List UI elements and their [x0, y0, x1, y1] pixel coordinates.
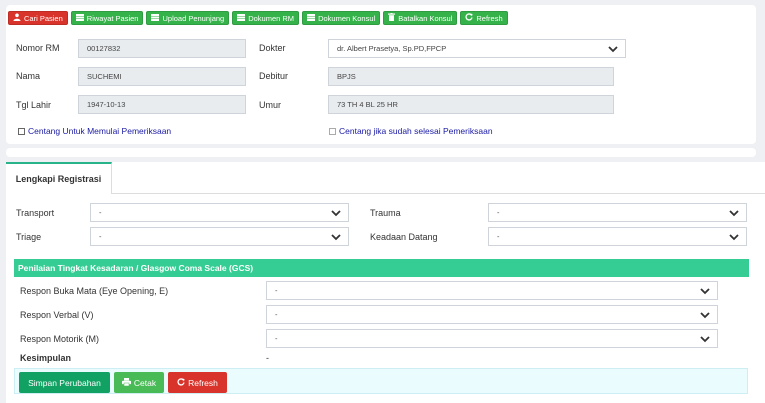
checkbox-icon [18, 127, 25, 135]
tab-divider [112, 193, 765, 194]
patient-history-button[interactable]: Riwayat Pasien [70, 11, 144, 25]
refresh-icon [177, 377, 185, 388]
chevron-down-icon [331, 234, 341, 241]
list-icon [75, 13, 84, 23]
spacer-panel [6, 148, 756, 157]
umur-field: 73 TH 4 BL 25 HR [328, 95, 614, 114]
tgl-lahir-field: 1947-10-13 [78, 95, 246, 114]
motor-response-label: Respon Motorik (M) [20, 334, 100, 344]
toolbar: Cari Pasien Riwayat Pasien Upload Penunj… [8, 11, 508, 25]
debitur-label: Debitur [259, 71, 289, 81]
finish-exam-checkbox[interactable]: Centang jika sudah selesai Pemeriksaan [329, 126, 493, 136]
chevron-down-icon [700, 312, 710, 319]
trash-icon [388, 13, 396, 23]
refresh-form-button[interactable]: Refresh [168, 372, 227, 393]
patient-panel: Cari Pasien Riwayat Pasien Upload Penunj… [6, 5, 756, 144]
user-icon [13, 13, 21, 23]
nama-label: Nama [16, 71, 41, 81]
search-patient-button[interactable]: Cari Pasien [8, 11, 68, 25]
dokter-label: Dokter [259, 43, 286, 53]
chevron-down-icon [700, 336, 710, 343]
eye-opening-label: Respon Buka Mata (Eye Opening, E) [20, 286, 169, 296]
action-bar: Simpan Perubahan Cetak Refresh [14, 368, 748, 394]
save-changes-button[interactable]: Simpan Perubahan [19, 372, 110, 393]
chevron-down-icon [729, 234, 739, 241]
nomor-rm-label: Nomor RM [16, 43, 60, 53]
keadaan-datang-select[interactable]: - [488, 227, 747, 246]
list-icon [151, 13, 160, 23]
keadaan-datang-label: Keadaan Datang [370, 232, 438, 242]
trauma-select[interactable]: - [488, 203, 747, 222]
chevron-down-icon [608, 46, 618, 53]
chevron-down-icon [331, 210, 341, 217]
start-exam-checkbox[interactable]: Centang Untuk Memulai Pemeriksaan [18, 126, 171, 136]
transport-label: Transport [16, 208, 55, 218]
chevron-down-icon [729, 210, 739, 217]
nama-field: SUCHEMI [78, 67, 246, 86]
triage-label: Triage [16, 232, 42, 242]
refresh-button[interactable]: Refresh [460, 11, 508, 25]
debitur-field: BPJS [328, 67, 614, 86]
registration-panel: Lengkapi Registrasi Transport - Triage -… [6, 162, 765, 403]
refresh-icon [465, 13, 474, 23]
dokter-select[interactable]: dr. Albert Prasetya, Sp.PD,FPCP [328, 39, 626, 58]
kesimpulan-label: Kesimpulan [20, 353, 72, 363]
transport-select[interactable]: - [90, 203, 349, 222]
chevron-down-icon [700, 288, 710, 295]
trauma-label: Trauma [370, 208, 401, 218]
list-icon [307, 13, 316, 23]
print-button[interactable]: Cetak [114, 372, 164, 393]
verbal-response-select[interactable]: - [266, 305, 718, 324]
kesimpulan-value: - [266, 353, 269, 363]
tab-lengkapi-registrasi[interactable]: Lengkapi Registrasi [6, 162, 112, 194]
upload-support-button[interactable]: Upload Penunjang [146, 11, 230, 25]
gcs-section-header: Penilaian Tingkat Kesadaran / Glasgow Co… [14, 259, 749, 277]
list-icon [237, 13, 246, 23]
triage-select[interactable]: - [90, 227, 349, 246]
printer-icon [121, 377, 131, 388]
checkbox-icon [329, 127, 336, 135]
nomor-rm-field: 00127832 [78, 39, 246, 58]
tgl-lahir-label: Tgl Lahir [16, 100, 52, 110]
consult-documents-button[interactable]: Dokumen Konsul [302, 11, 381, 25]
cancel-consult-button[interactable]: Batalkan Konsul [383, 11, 458, 25]
rm-documents-button[interactable]: Dokumen RM [232, 11, 300, 25]
eye-opening-select[interactable]: - [266, 281, 718, 300]
umur-label: Umur [259, 100, 281, 110]
verbal-response-label: Respon Verbal (V) [20, 310, 94, 320]
motor-response-select[interactable]: - [266, 329, 718, 348]
